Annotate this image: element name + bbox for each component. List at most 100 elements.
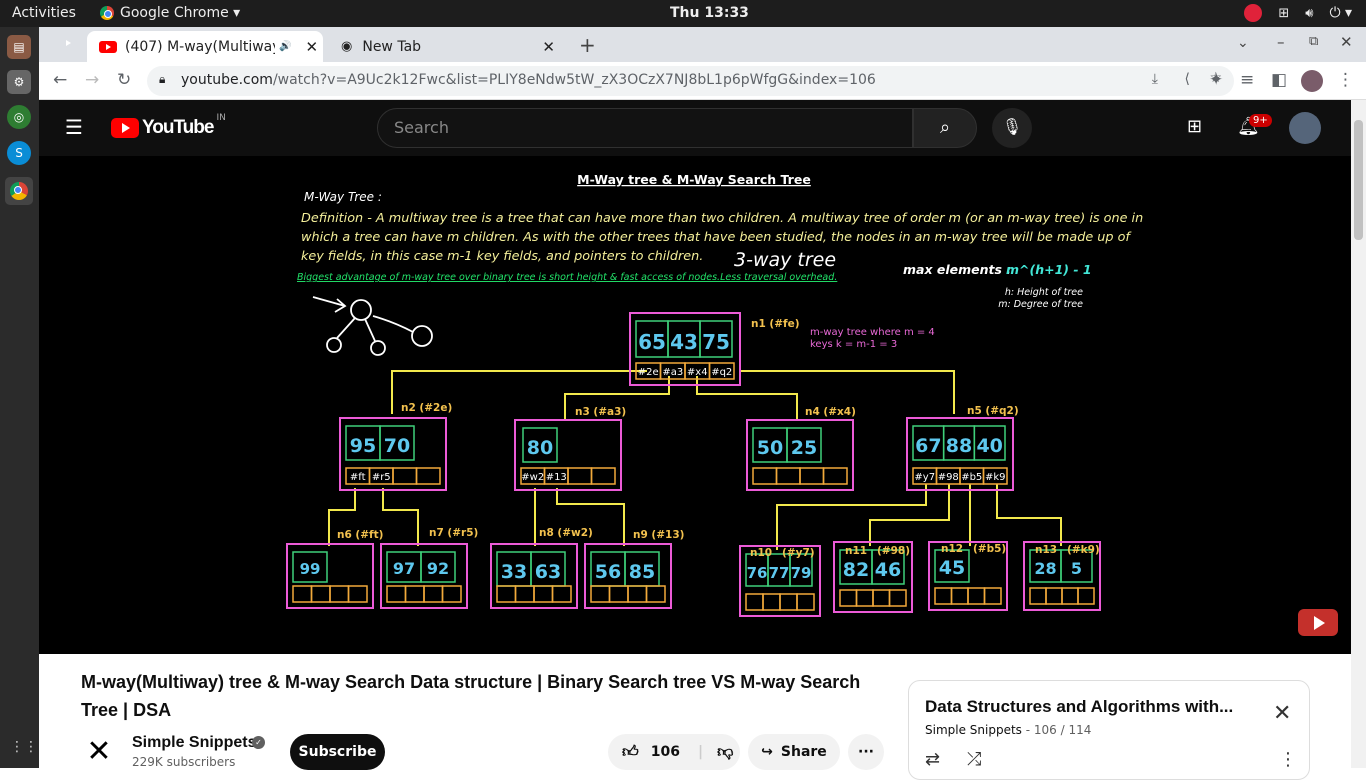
- n3-pointer-box: [567, 467, 593, 485]
- n8-key: 63: [535, 561, 561, 583]
- n6-key: 99: [300, 560, 321, 578]
- reading-list-icon[interactable]: ≡: [1240, 70, 1254, 90]
- n1-label: n1 (#fe): [751, 318, 800, 330]
- playlist-title[interactable]: Data Structures and Algorithms with...: [925, 697, 1233, 717]
- definition-line-1: Definition - A multiway tree is a tree t…: [301, 211, 1143, 226]
- n4-pointer-box: [752, 467, 778, 485]
- new-tab-button[interactable]: +: [579, 33, 596, 57]
- subscribe-button[interactable]: Subscribe: [290, 734, 385, 770]
- thumbs-up-icon: 👍︎: [622, 742, 639, 761]
- n6-pointer-box: [329, 585, 350, 603]
- address-bar[interactable]: 🔒︎ youtube.com/watch?v=A9Uc2k12Fwc&list=…: [147, 66, 1234, 96]
- channel-name[interactable]: Simple Snippets: [132, 734, 256, 752]
- window-close-icon[interactable]: ✕: [1340, 33, 1353, 51]
- n7-pointer-box: [441, 585, 462, 603]
- search-button[interactable]: ⌕: [913, 108, 977, 148]
- audio-icon[interactable]: 🔊: [279, 41, 291, 52]
- n7-pointer-box: [404, 585, 425, 603]
- n11-label-address: (#98): [877, 545, 910, 557]
- back-icon[interactable]: ←: [53, 70, 67, 90]
- system-tray[interactable]: ⊞ 🔊︎ ⏻ ▾: [1244, 4, 1352, 22]
- menu-icon[interactable]: ⋮: [1337, 70, 1354, 90]
- youtube-logo[interactable]: YouTube IN: [111, 113, 226, 139]
- search-input[interactable]: Search: [377, 108, 913, 148]
- close-icon[interactable]: ✕: [305, 38, 318, 56]
- max-elements-label: max elements :: [903, 262, 1011, 277]
- install-icon[interactable]: ⤓: [1152, 71, 1158, 87]
- tab-list-icon[interactable]: ⌄: [1237, 35, 1249, 51]
- tab-new-tab[interactable]: ◉ New Tab ✕: [329, 31, 565, 62]
- share-button[interactable]: ↪ Share: [748, 734, 840, 770]
- hamburger-icon[interactable]: ☰: [65, 115, 83, 139]
- files-icon[interactable]: ▤: [7, 35, 31, 59]
- settings-icon[interactable]: ⚙: [7, 70, 31, 94]
- browser-toolbar: ← → ↻ 🔒︎ youtube.com/watch?v=A9Uc2k12Fwc…: [39, 62, 1366, 100]
- tab-title: New Tab: [362, 38, 422, 55]
- video-player[interactable]: M-Way tree & M-Way Search Tree M-Way Tre…: [39, 156, 1351, 654]
- like-button[interactable]: 👍︎ 106 | 👎︎: [608, 734, 740, 770]
- youtube-watermark-icon[interactable]: [1298, 609, 1338, 636]
- tab-youtube[interactable]: (407) M-way(Multiway 🔊 ✕: [87, 31, 323, 62]
- close-icon[interactable]: ✕: [542, 38, 555, 56]
- account-avatar[interactable]: [1289, 112, 1321, 144]
- playlist-menu-icon[interactable]: ⋮: [1279, 749, 1297, 770]
- n3-pointer: #w2: [521, 472, 544, 483]
- chrome-dock-icon[interactable]: [5, 177, 33, 205]
- skype-icon[interactable]: S: [7, 141, 31, 165]
- channel-avatar[interactable]: ✕: [81, 734, 117, 769]
- shuffle-icon[interactable]: ⤮: [967, 749, 981, 770]
- network-icon: ⊞: [1278, 5, 1290, 21]
- n9-pointer-box: [590, 585, 611, 603]
- app-menu[interactable]: Google Chrome ▾: [100, 5, 240, 21]
- maximize-icon[interactable]: ⧉: [1309, 34, 1318, 49]
- thumbs-down-icon[interactable]: 👎︎: [717, 742, 733, 762]
- max-elements-formula: m^(h+1) - 1: [1006, 262, 1092, 277]
- n10-label: n10: [750, 547, 772, 559]
- power-icon: ⏻ ▾: [1329, 5, 1352, 21]
- loop-icon[interactable]: ⇄: [925, 749, 940, 770]
- page-scrollbar[interactable]: [1351, 100, 1366, 768]
- n3-pointer: #13: [546, 472, 567, 483]
- url-host: youtube.com: [181, 72, 273, 88]
- side-panel-icon[interactable]: ◧: [1271, 70, 1287, 90]
- n7-key: 97: [393, 559, 415, 578]
- forward-icon[interactable]: →: [85, 70, 99, 90]
- activities-button[interactable]: Activities: [12, 5, 76, 21]
- n9-pointer-box: [608, 585, 629, 603]
- more-icon: ···: [858, 744, 874, 760]
- voice-search-button[interactable]: 🎙︎: [992, 108, 1032, 148]
- n9-label: n9 (#13): [633, 529, 684, 541]
- tab-bar: (407) M-way(Multiway 🔊 ✕ ◉ New Tab ✕ + ⌄…: [39, 27, 1366, 62]
- n10-key: 77: [769, 564, 790, 582]
- n1-key: 43: [670, 330, 698, 354]
- video-details: M-way(Multiway) tree & M-way Search Data…: [39, 654, 1351, 780]
- create-icon[interactable]: ⊞: [1187, 116, 1202, 137]
- definition-line-3: key fields, in this case m-1 key fields,…: [301, 249, 703, 264]
- close-playlist-icon[interactable]: ✕: [1273, 701, 1291, 726]
- profile-avatar[interactable]: [1301, 70, 1323, 92]
- playlist-channel[interactable]: Simple Snippets: [925, 723, 1022, 737]
- show-apps-icon[interactable]: ⋮⋮: [10, 739, 38, 755]
- more-actions-button[interactable]: ···: [848, 734, 884, 770]
- n10-pointer-box: [745, 593, 764, 611]
- scrollbar-thumb[interactable]: [1354, 120, 1363, 240]
- n12-pointer-box: [934, 587, 953, 605]
- extensions-icon[interactable]: ✦: [1209, 70, 1223, 90]
- minimize-icon[interactable]: –: [1277, 33, 1285, 51]
- record-icon: [1244, 4, 1263, 22]
- n7-key: 92: [427, 559, 449, 578]
- degree-note: m: Degree of tree: [998, 299, 1083, 310]
- n9-pointer-box: [627, 585, 648, 603]
- clock[interactable]: Thu 13:33: [670, 5, 749, 21]
- share-icon[interactable]: ⟨: [1185, 71, 1190, 87]
- n12-pointer-box: [983, 587, 1002, 605]
- n5-key: 88: [946, 435, 972, 457]
- n12-pointer-box: [967, 587, 986, 605]
- tree-nodes: 65 43 75 #2e #a3 #x4 #q2 n1 (#fe) 95 70 #ft #r5 n2 (…: [286, 312, 1101, 617]
- n11-pointer-box: [888, 589, 907, 607]
- app-icon[interactable]: ◎: [7, 105, 31, 129]
- n7-pointer-box: [386, 585, 407, 603]
- reload-icon[interactable]: ↻: [117, 70, 131, 90]
- n2-label: n2 (#2e): [401, 402, 452, 414]
- n13-label: n13: [1035, 544, 1057, 556]
